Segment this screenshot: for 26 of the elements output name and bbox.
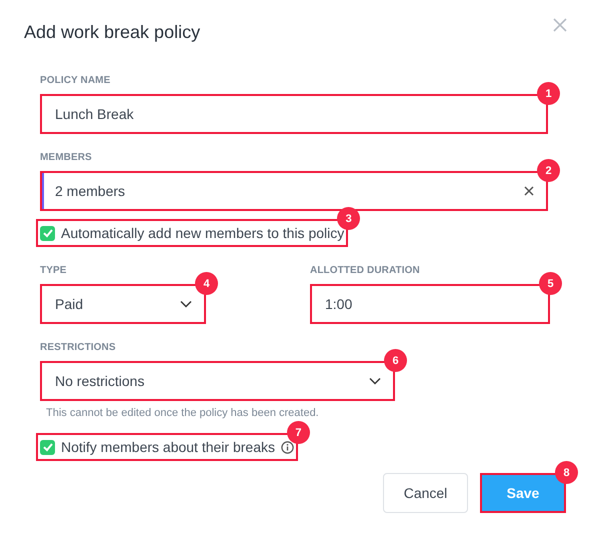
close-icon[interactable]	[553, 18, 567, 32]
cancel-button[interactable]: Cancel	[383, 473, 468, 513]
step-badge: 6	[384, 349, 407, 372]
step-badge: 2	[537, 159, 560, 182]
checkbox[interactable]	[40, 440, 55, 454]
hint-text: This cannot be edited once the policy has been created.	[46, 407, 320, 419]
chevron-down-icon	[180, 300, 192, 308]
step-badge: 8	[555, 461, 578, 484]
field-label: POLICY NAME	[40, 75, 112, 86]
step-badge: 1	[537, 82, 560, 105]
chevron-down-icon	[369, 377, 381, 385]
field-label: MEMBERS	[40, 152, 93, 163]
step-badge: 5	[539, 272, 562, 295]
step-badge: 4	[195, 272, 218, 295]
info-icon[interactable]	[280, 440, 294, 454]
dialog-title: Add work break policy	[24, 22, 200, 43]
field-label: RESTRICTIONS	[40, 342, 117, 353]
clear-icon[interactable]	[524, 186, 534, 196]
type-select[interactable]: Paid	[40, 284, 206, 324]
checkbox-label: Notify members about their breaks	[61, 439, 275, 455]
policy-name-field[interactable]: Lunch Break	[40, 94, 548, 134]
field-label: TYPE	[40, 265, 68, 276]
field-label: ALLOTTED DURATION	[310, 265, 421, 276]
step-badge: 7	[286, 421, 310, 444]
step-badge: 3	[337, 207, 360, 230]
checkbox[interactable]	[40, 226, 55, 240]
